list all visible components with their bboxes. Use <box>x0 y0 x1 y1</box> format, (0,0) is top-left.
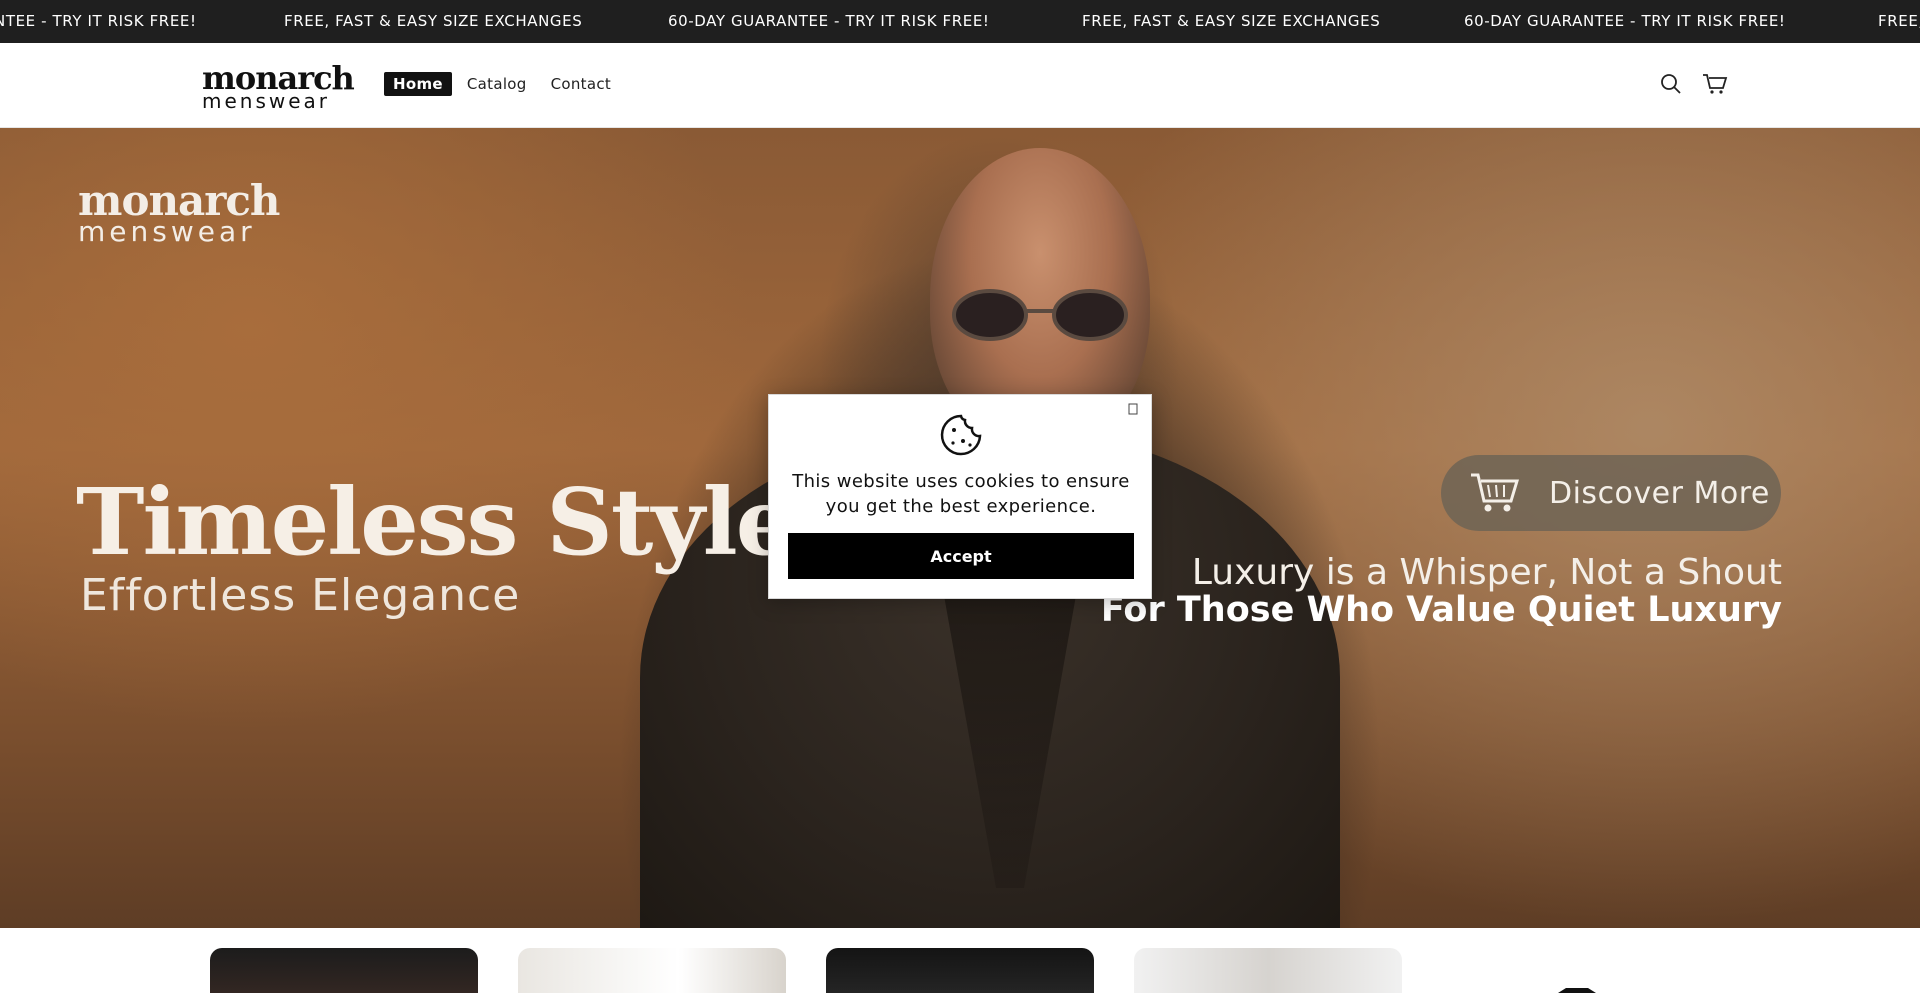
hero-model-sunglasses <box>952 289 1128 341</box>
cookie-banner: This website uses cookies to ensure you … <box>768 394 1152 599</box>
header-logo[interactable]: monarch menswear <box>202 62 355 111</box>
hero-tagline-primary: Luxury is a Whisper, Not a Shout <box>1191 552 1782 593</box>
product-thumbnail[interactable] <box>210 948 478 993</box>
hero-logo: monarch menswear <box>78 180 280 248</box>
cart-icon <box>1471 473 1520 512</box>
shirt-icon <box>1558 988 1596 993</box>
product-thumbnail[interactable] <box>1134 948 1402 993</box>
hero-subhead: Effortless Elegance <box>80 570 521 621</box>
cart-icon[interactable] <box>1700 69 1730 99</box>
nav-contact[interactable]: Contact <box>542 72 620 96</box>
discover-more-label: Discover More <box>1549 475 1770 511</box>
product-thumbnail[interactable] <box>1442 948 1710 993</box>
accept-cookies-button[interactable]: Accept <box>788 533 1134 579</box>
cookie-message: This website uses cookies to ensure you … <box>792 471 1130 517</box>
nav-home[interactable]: Home <box>384 72 452 96</box>
announcement-item: FREE, FAST & EASY SIZE EXCHANGES <box>1082 12 1381 30</box>
product-thumbnail[interactable] <box>518 948 786 993</box>
site-header: monarch menswear Home Catalog Contact <box>0 43 1920 128</box>
product-thumbnail-strip <box>0 928 1920 993</box>
announcement-item: NTEE - TRY IT RISK FREE! <box>0 12 197 30</box>
header-icons <box>1642 69 1730 99</box>
product-thumbnail[interactable] <box>826 948 1094 993</box>
main-nav: Home Catalog Contact <box>384 72 626 96</box>
announcement-item: 60-DAY GUARANTEE - TRY IT RISK FREE! <box>1464 12 1786 30</box>
cookie-icon <box>940 414 982 456</box>
search-icon[interactable] <box>1656 69 1686 99</box>
hero-tagline-secondary: For Those Who Value Quiet Luxury <box>1100 590 1782 630</box>
hero-logo-bottom: menswear <box>78 215 256 248</box>
hero-headline: Timeless Style, <box>76 468 824 576</box>
nav-catalog[interactable]: Catalog <box>458 72 536 96</box>
close-icon[interactable] <box>1125 401 1141 417</box>
announcement-bar: NTEE - TRY IT RISK FREE! FREE, FAST & EA… <box>0 0 1920 43</box>
discover-more-button[interactable]: Discover More <box>1441 455 1781 531</box>
announcement-item: FREE, <box>1878 12 1920 30</box>
announcement-item: 60-DAY GUARANTEE - TRY IT RISK FREE! <box>668 12 990 30</box>
announcement-item: FREE, FAST & EASY SIZE EXCHANGES <box>284 12 583 30</box>
